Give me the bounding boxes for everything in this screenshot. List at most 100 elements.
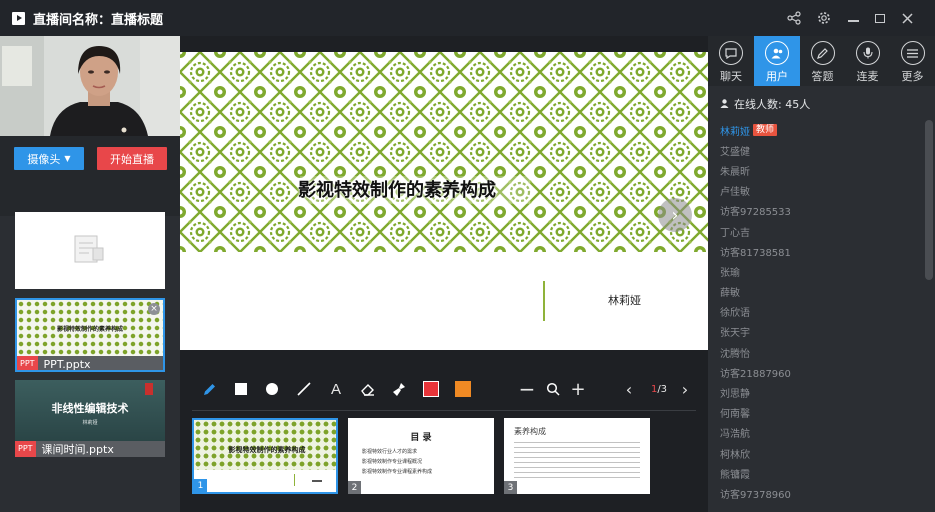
doc-type-badge: PPT bbox=[15, 441, 36, 457]
users-icon bbox=[765, 41, 789, 65]
document-item-ppt[interactable]: 非线性编辑技术 林莉娅 PPT 课间时间.pptx bbox=[15, 380, 165, 457]
thumb-presenter-mark bbox=[312, 480, 322, 482]
page-indicator: 1/3 bbox=[647, 370, 671, 408]
user-list-item[interactable]: 何南馨 bbox=[720, 403, 920, 423]
zoom-search-icon[interactable] bbox=[542, 370, 564, 408]
text-tool-icon[interactable]: A bbox=[325, 370, 347, 408]
panel-tabs: 聊天 用户 答题 连麦 更多 bbox=[708, 36, 935, 86]
presentation-stage: 影视特效制作的素养构成 › 林莉娅 A − + ‹ 1 /3 › 影视特效制作的… bbox=[180, 36, 708, 512]
person-icon bbox=[720, 98, 729, 111]
document-item[interactable] bbox=[15, 212, 165, 289]
user-list-item[interactable]: 冯浩航 bbox=[720, 423, 920, 443]
zoom-out-icon[interactable]: − bbox=[516, 370, 538, 408]
online-count: 在线人数: 45人 bbox=[720, 96, 810, 112]
share-icon[interactable] bbox=[781, 0, 807, 36]
user-list-item[interactable]: 刘思静 bbox=[720, 382, 920, 402]
slide-thumb-2[interactable]: 目 录 影视特效行业人才的需求 影视特效制作专业课程概况 影视特效制作专业课程素… bbox=[348, 418, 494, 494]
pen-tool-icon[interactable] bbox=[198, 370, 220, 408]
user-list-item[interactable]: 林莉娅 教师 bbox=[720, 120, 920, 140]
preview-title: 非线性编辑技术 bbox=[51, 402, 129, 415]
doc-name-bar: PPT 课间时间.pptx bbox=[15, 441, 165, 457]
close-icon[interactable] bbox=[894, 0, 920, 36]
user-list-item[interactable]: 张天宇 bbox=[720, 322, 920, 342]
remove-document-icon[interactable]: × bbox=[148, 303, 160, 315]
slide-presenter: 林莉娅 bbox=[608, 294, 641, 307]
next-page-icon[interactable]: › bbox=[674, 370, 696, 408]
tab-quiz[interactable]: 答题 bbox=[800, 36, 845, 86]
toc-line: 影视特效制作专业课程素养构成 bbox=[362, 469, 433, 475]
thumb-number: 2 bbox=[348, 481, 361, 494]
document-placeholder-icon bbox=[73, 234, 107, 264]
tab-label: 答题 bbox=[811, 70, 834, 83]
minimize-icon[interactable] bbox=[840, 0, 866, 36]
toc-line: 影视特效行业人才的需求 bbox=[362, 449, 418, 455]
left-panel: 摄像头 ▼ 开始直播 文档 + 添加 影视特效制作的素养构成 PPT PPT.p… bbox=[0, 36, 180, 512]
user-list-item[interactable]: 薛敏 bbox=[720, 282, 920, 302]
user-list-item[interactable]: 朱晨昕 bbox=[720, 160, 920, 180]
thumb-title: 影视特效制作的素养构成 bbox=[228, 446, 306, 454]
settings-gear-icon[interactable] bbox=[811, 0, 837, 36]
thumb-title: 影视特效制作的素养构成 bbox=[56, 326, 123, 333]
user-list-scrollbar[interactable] bbox=[925, 120, 933, 280]
user-list-item[interactable]: 访客21887960 bbox=[720, 362, 920, 382]
user-list-item[interactable]: 柯林欣 bbox=[720, 443, 920, 463]
circle-tool-icon[interactable] bbox=[261, 370, 283, 408]
next-slide-arrow-icon[interactable]: › bbox=[658, 198, 692, 232]
user-list-item[interactable]: 访客97378960 bbox=[720, 483, 920, 503]
chevron-down-icon: ▼ bbox=[64, 154, 71, 163]
user-list-item[interactable]: 熊镛霞 bbox=[720, 463, 920, 483]
color-swatch-red[interactable] bbox=[420, 370, 442, 408]
tab-chat[interactable]: 聊天 bbox=[708, 36, 754, 86]
thumb-text-block bbox=[514, 442, 640, 482]
tab-label: 用户 bbox=[766, 70, 788, 83]
user-list-item[interactable]: 张瑜 bbox=[720, 261, 920, 281]
doc-name: PPT.pptx bbox=[43, 357, 91, 371]
pen-icon bbox=[810, 41, 835, 65]
color-swatch-orange[interactable] bbox=[452, 370, 474, 408]
drawing-toolbar: A − + ‹ 1/3 › bbox=[180, 370, 708, 408]
preview-subtitle: 林莉娅 bbox=[82, 420, 98, 426]
prev-page-icon[interactable]: ‹ bbox=[618, 370, 640, 408]
title-bar: 直播间名称：直播标题 bbox=[0, 0, 935, 36]
thumb-number: 3 bbox=[504, 481, 517, 494]
slide-pattern bbox=[180, 52, 708, 252]
user-list-item[interactable]: 访客81738581 bbox=[720, 241, 920, 261]
more-icon bbox=[900, 41, 925, 65]
zoom-in-icon[interactable]: + bbox=[567, 370, 589, 408]
user-list-item[interactable]: 沈腾怡 bbox=[720, 342, 920, 362]
teacher-badge: 教师 bbox=[753, 124, 778, 137]
tab-connect-mic[interactable]: 连麦 bbox=[845, 36, 890, 86]
rectangle-tool-icon[interactable] bbox=[230, 370, 252, 408]
tab-more[interactable]: 更多 bbox=[890, 36, 935, 86]
app-logo-icon bbox=[12, 11, 25, 25]
current-slide: 影视特效制作的素养构成 › 林莉娅 bbox=[180, 52, 708, 350]
user-list-item[interactable]: 访客97285533 bbox=[720, 201, 920, 221]
slide-thumbnails: 影视特效制作的素养构成 1 目 录 影视特效行业人才的需求 影视特效制作专业课程… bbox=[180, 410, 708, 494]
maximize-icon[interactable] bbox=[867, 0, 893, 36]
camera-preview bbox=[0, 36, 180, 136]
slide-divider bbox=[543, 281, 545, 321]
doc-type-badge: PPT bbox=[17, 356, 38, 370]
tab-users[interactable]: 用户 bbox=[754, 36, 800, 86]
app-window: 直播间名称：直播标题 摄像头 ▼ 开始直播 影视特效制作的素养构成 PPT PP… bbox=[0, 0, 935, 512]
user-list-item[interactable]: 丁心吉 bbox=[720, 221, 920, 241]
user-list-item[interactable]: 徐欣语 bbox=[720, 302, 920, 322]
thumb-divider bbox=[294, 474, 295, 486]
clear-broom-icon[interactable] bbox=[388, 370, 410, 408]
slide-thumb-1[interactable]: 影视特效制作的素养构成 1 bbox=[192, 418, 338, 494]
user-list-item[interactable]: 艾盛健 bbox=[720, 140, 920, 160]
toc-line: 影视特效制作专业课程概况 bbox=[362, 459, 423, 465]
preview-bookmark bbox=[145, 383, 153, 395]
document-item-ppt[interactable]: 影视特效制作的素养构成 PPT PPT.pptx × bbox=[15, 298, 165, 372]
start-live-button[interactable]: 开始直播 bbox=[97, 147, 167, 170]
eraser-tool-icon[interactable] bbox=[356, 370, 378, 408]
user-list: 林莉娅 教师 艾盛健 朱晨昕 卢佳敏 访客97285533 丁心吉 访客8173… bbox=[720, 120, 920, 504]
slide-thumb-3[interactable]: 素养构成 3 bbox=[504, 418, 650, 494]
thumb-heading: 目 录 bbox=[410, 433, 432, 443]
line-tool-icon[interactable] bbox=[293, 370, 315, 408]
doc-name-bar: PPT PPT.pptx bbox=[17, 356, 163, 371]
camera-button-label: 摄像头 bbox=[27, 152, 61, 166]
camera-dropdown-button[interactable]: 摄像头 ▼ bbox=[14, 147, 84, 170]
slide-title: 影视特效制作的素养构成 bbox=[298, 180, 496, 201]
user-list-item[interactable]: 卢佳敏 bbox=[720, 181, 920, 201]
